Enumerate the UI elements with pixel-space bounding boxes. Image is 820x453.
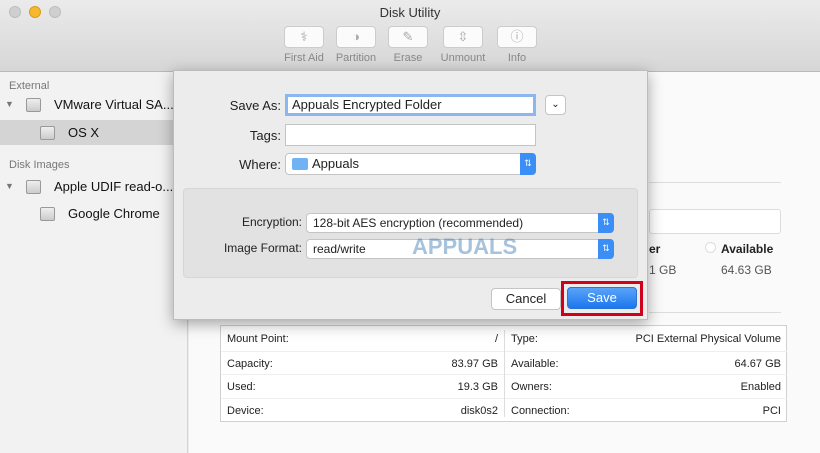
updown-arrows-icon: ⇅ bbox=[598, 213, 614, 233]
title-bar: Disk Utility ⚕ First Aid ◑ Partition ✎ Eras… bbox=[0, 0, 820, 72]
tool-label: Erase bbox=[393, 52, 423, 64]
chevron-down-icon: ⌄ bbox=[551, 99, 560, 110]
encryption-label: Encryption: bbox=[241, 215, 302, 229]
options-panel: Encryption: 128-bit AES encryption (reco… bbox=[183, 188, 638, 278]
info-table: Mount Point: / Capacity: 83.97 GB Used: 19.… bbox=[220, 325, 787, 422]
section-disk-images: Disk Images bbox=[9, 159, 70, 171]
info-row: Capacity: 83.97 GB bbox=[221, 351, 504, 375]
sidebar-item-apple-udif[interactable]: ▼ Apple UDIF read-o... bbox=[0, 174, 188, 199]
item-label: OS X bbox=[68, 125, 100, 140]
updown-arrows-icon: ⇅ bbox=[520, 153, 536, 175]
first-aid-button[interactable]: ⚕ First Aid bbox=[276, 26, 332, 64]
watermark: APPUALS bbox=[412, 234, 518, 259]
available-swatch-icon bbox=[705, 242, 716, 253]
info-row: Available: 64.67 GB bbox=[505, 351, 787, 375]
section-external: External bbox=[9, 80, 50, 92]
info-value: 83.97 GB bbox=[451, 358, 498, 370]
available-label: Available bbox=[721, 242, 774, 256]
window-title: Disk Utility bbox=[379, 5, 441, 20]
encryption-popup[interactable]: 128-bit AES encryption (recommended) ⇅ bbox=[306, 213, 614, 233]
volume-icon bbox=[40, 207, 55, 221]
expand-chevron-button[interactable]: ⌄ bbox=[545, 95, 566, 115]
save-button[interactable]: Save bbox=[567, 287, 637, 309]
where-value: Appuals bbox=[312, 156, 359, 171]
tool-label: Unmount bbox=[440, 52, 486, 64]
tool-label: Info bbox=[507, 52, 527, 64]
info-row: Used: 19.3 GB bbox=[221, 374, 504, 398]
info-key: Used: bbox=[227, 381, 256, 393]
disk-icon bbox=[26, 98, 41, 112]
info-value: disk0s2 bbox=[460, 405, 498, 417]
info-key: Available: bbox=[511, 358, 559, 370]
info-value: PCI bbox=[762, 405, 781, 417]
where-popup[interactable]: Appuals ⇅ bbox=[285, 153, 536, 175]
info-value: / bbox=[494, 333, 498, 345]
info-key: Owners: bbox=[511, 381, 552, 393]
info-row: Owners: Enabled bbox=[505, 374, 787, 398]
partition-button[interactable]: ◑ Partition bbox=[328, 26, 384, 64]
info-key: Mount Point: bbox=[227, 333, 289, 345]
info-key: Device: bbox=[227, 405, 264, 417]
partition-icon: ◑ bbox=[336, 26, 376, 48]
volume-icon bbox=[40, 126, 55, 140]
info-key: Type: bbox=[511, 333, 538, 345]
usage-bar bbox=[649, 209, 781, 234]
info-row: Connection: PCI bbox=[505, 398, 787, 422]
info-row: Mount Point: / bbox=[221, 327, 504, 351]
cancel-button[interactable]: Cancel bbox=[491, 288, 561, 310]
info-row: Type: PCI External Physical Volume bbox=[505, 327, 787, 351]
erase-icon: ✎ bbox=[388, 26, 428, 48]
disclosure-triangle-icon[interactable]: ▼ bbox=[5, 174, 14, 199]
updown-arrows-icon: ⇅ bbox=[598, 239, 614, 259]
image-format-label: Image Format: bbox=[223, 241, 302, 255]
info-value: PCI External Physical Volume bbox=[635, 333, 781, 345]
info-value: 19.3 GB bbox=[457, 381, 498, 393]
unmount-icon: ⇳ bbox=[443, 26, 483, 48]
item-label: Google Chrome bbox=[68, 206, 160, 221]
format-value: read/write bbox=[313, 242, 366, 256]
info-key: Capacity: bbox=[227, 358, 273, 370]
other-value: 1 GB bbox=[649, 263, 677, 277]
tool-label: Partition bbox=[335, 52, 377, 64]
sidebar-item-osx[interactable]: OS X bbox=[0, 120, 188, 145]
disk-icon bbox=[26, 180, 41, 194]
erase-button[interactable]: ✎ Erase bbox=[380, 26, 436, 64]
item-label: VMware Virtual SA... bbox=[54, 97, 174, 112]
other-label: er bbox=[649, 242, 661, 256]
tags-input[interactable] bbox=[285, 124, 536, 146]
disclosure-triangle-icon[interactable]: ▼ bbox=[5, 92, 14, 117]
sidebar: External ▼ VMware Virtual SA... OS X Disk… bbox=[0, 72, 188, 453]
item-label: Apple UDIF read-o... bbox=[54, 179, 174, 194]
info-value: 64.67 GB bbox=[734, 358, 781, 370]
save-as-label: Save As: bbox=[229, 98, 281, 113]
unmount-button[interactable]: ⇳ Unmount bbox=[435, 26, 491, 64]
stethoscope-icon: ⚕ bbox=[284, 26, 324, 48]
tool-label: First Aid bbox=[284, 52, 324, 64]
save-as-input[interactable]: Appuals Encrypted Folder bbox=[285, 94, 536, 116]
sidebar-item-google-chrome[interactable]: Google Chrome bbox=[0, 201, 188, 226]
folder-icon bbox=[292, 158, 308, 170]
info-button[interactable]: ⓘ Info bbox=[489, 26, 545, 64]
tags-label: Tags: bbox=[249, 128, 281, 143]
where-label: Where: bbox=[239, 157, 281, 172]
encryption-value: 128-bit AES encryption (recommended) bbox=[313, 216, 524, 230]
info-key: Connection: bbox=[511, 405, 570, 417]
info-value: Enabled bbox=[740, 381, 781, 393]
info-row: Device: disk0s2 bbox=[221, 398, 504, 422]
save-dialog: Save As: Appuals Encrypted Folder ⌄ Tags… bbox=[173, 70, 648, 320]
sidebar-item-vmware[interactable]: ▼ VMware Virtual SA... bbox=[0, 92, 188, 117]
info-icon: ⓘ bbox=[497, 26, 537, 48]
available-value: 64.63 GB bbox=[721, 263, 772, 277]
